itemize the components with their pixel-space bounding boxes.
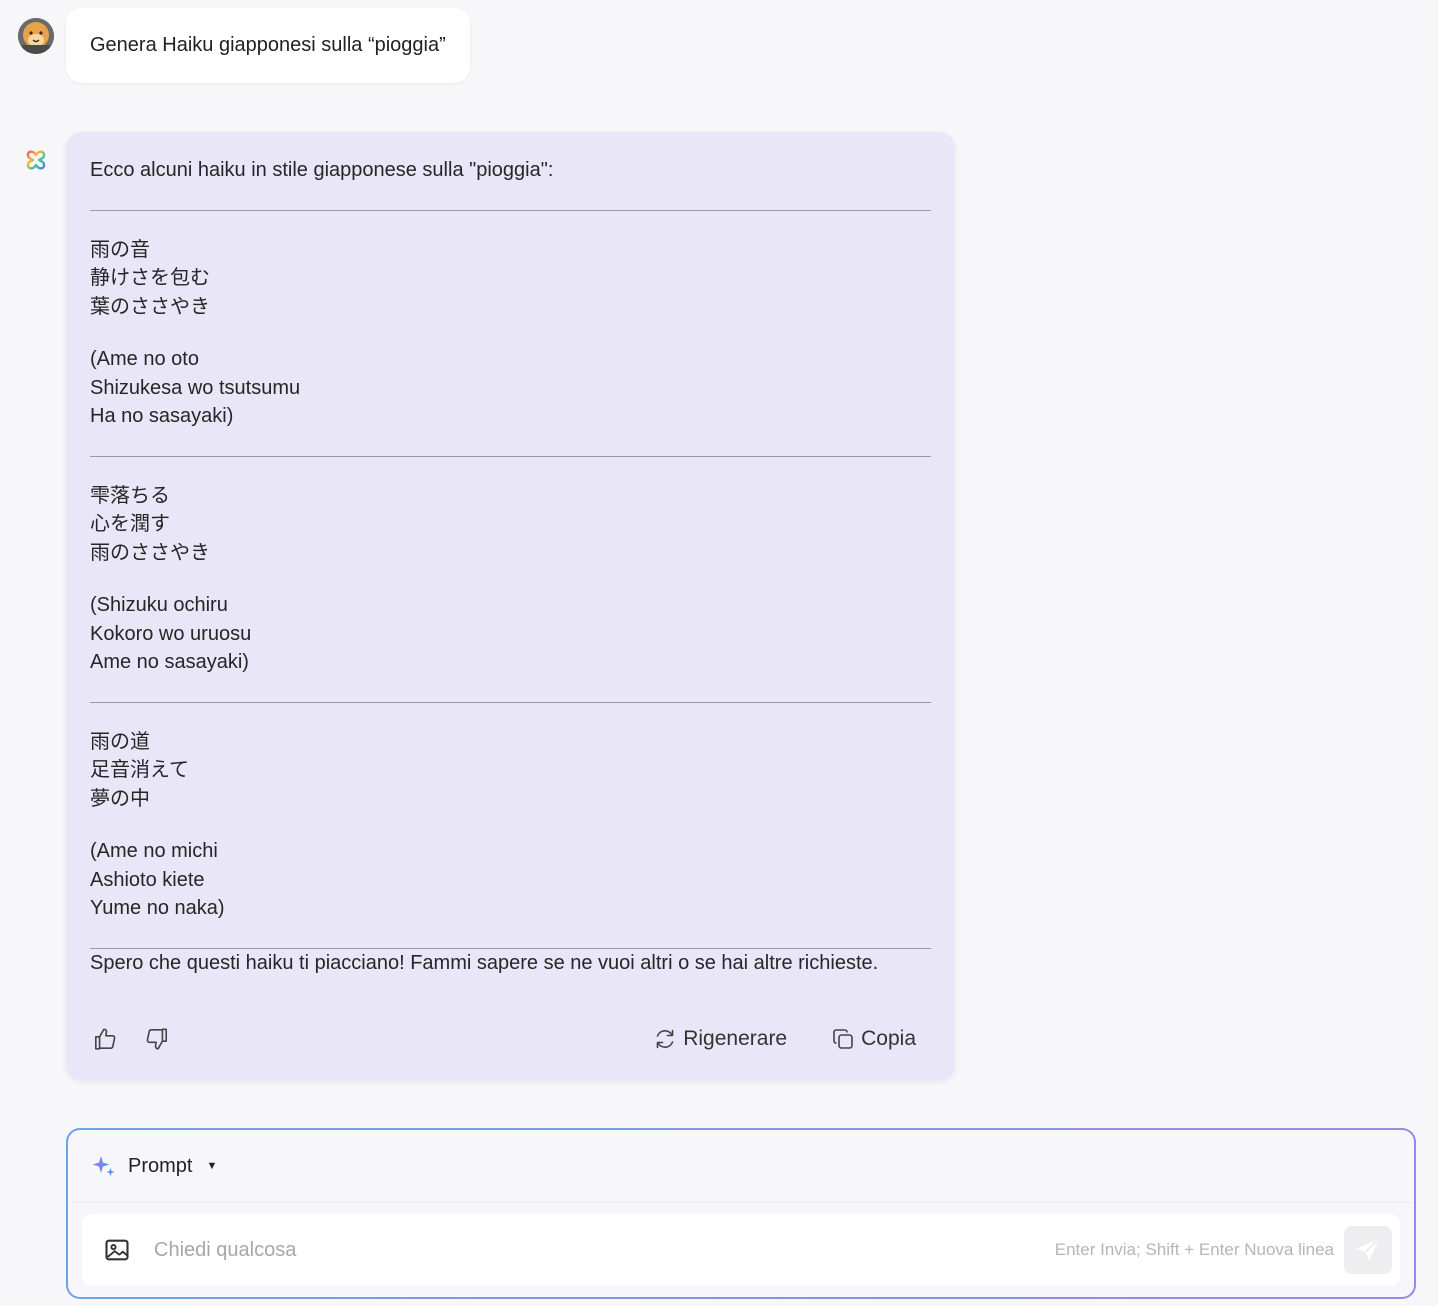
caret-down-icon[interactable]: ▼ (206, 1160, 217, 1172)
divider (90, 209, 931, 211)
cartoon-character-avatar-icon (18, 18, 54, 54)
prompt-input[interactable] (152, 1237, 1055, 1263)
haiku-line: 雨のささやき (90, 541, 210, 564)
haiku-line: 雫落ちる (90, 484, 170, 507)
user-message-text: Genera Haiku giapponesi sulla “pioggia” (90, 34, 446, 56)
haiku-line: 心を潤す (90, 513, 170, 535)
assistant-closing-text: Spero che questi haiku ti piacciano! Fam… (90, 951, 879, 974)
haiku-block-1: 雨の音 静けさを包む 葉のささやき (Ame no oto Shizukesa … (90, 236, 931, 431)
haiku-block-2: 雫落ちる 心を潤す 雨のささやき (Shizuku ochiru Kokoro … (90, 482, 931, 677)
copy-button[interactable]: Copia (831, 1025, 916, 1054)
divider (90, 701, 931, 703)
thumbs-down-icon (146, 1028, 168, 1050)
romaji-line: Ashioto kiete (90, 868, 205, 891)
divider (90, 455, 931, 457)
prompt-composer: Prompt ▼ Enter Invia; Shift + Enter Nuov… (66, 1128, 1416, 1299)
regenerate-label: Rigenerare (683, 1026, 788, 1050)
sparkle-icon (92, 1156, 115, 1176)
send-button[interactable] (1344, 1226, 1392, 1274)
mode-label: Prompt (128, 1154, 193, 1177)
assistant-message-bubble: Ecco alcuni haiku in stile giapponese su… (66, 132, 955, 1080)
haiku-line: 雨の音 (90, 238, 150, 261)
user-avatar (18, 18, 54, 54)
romaji-line: (Shizuku ochiru (90, 594, 228, 616)
copy-label: Copia (861, 1026, 916, 1050)
keyboard-hint: Enter Invia; Shift + Enter Nuova linea (1054, 1240, 1334, 1259)
haiku-line: 葉のささやき (90, 295, 210, 318)
haiku-block-3: 雨の道 足音消えて 夢の中 (Ame no michi Ashioto kiet… (90, 728, 931, 923)
mode-selector[interactable]: Prompt ▼ (68, 1130, 1414, 1203)
assistant-intro-text: Ecco alcuni haiku in stile giapponese su… (90, 159, 554, 181)
dislike-button[interactable] (142, 1024, 172, 1054)
romaji-line: Ha no sasayaki) (90, 405, 234, 427)
like-button[interactable] (90, 1024, 120, 1054)
copy-icon (833, 1029, 853, 1049)
chat-page: Genera Haiku giapponesi sulla “pioggia” … (0, 0, 1438, 1306)
send-icon (1357, 1239, 1379, 1261)
haiku-line: 静けさを包む (90, 267, 210, 289)
refresh-icon (656, 1029, 674, 1049)
romaji-line: Yume no naka) (90, 897, 225, 919)
input-row: Enter Invia; Shift + Enter Nuova linea (82, 1214, 1400, 1286)
message-actions: Rigenerare Copia (90, 1024, 931, 1054)
romaji-line: (Ame no oto (90, 348, 199, 370)
romaji-line: Kokoro wo uruosu (90, 622, 252, 645)
multicolor-clover-logo-icon (24, 148, 48, 172)
haiku-line: 雨の道 (90, 730, 150, 753)
thumbs-up-icon (94, 1028, 116, 1050)
romaji-line: Ame no sasayaki) (90, 651, 249, 673)
romaji-line: Shizukesa wo tsutsumu (90, 376, 301, 399)
user-message-bubble: Genera Haiku giapponesi sulla “pioggia” (66, 8, 470, 83)
haiku-line: 夢の中 (90, 787, 150, 810)
haiku-line: 足音消えて (90, 759, 189, 781)
regenerate-button[interactable]: Rigenerare (653, 1025, 787, 1054)
romaji-line: (Ame no michi (90, 840, 218, 862)
image-icon (105, 1239, 129, 1261)
upload-image-button[interactable] (102, 1235, 132, 1265)
